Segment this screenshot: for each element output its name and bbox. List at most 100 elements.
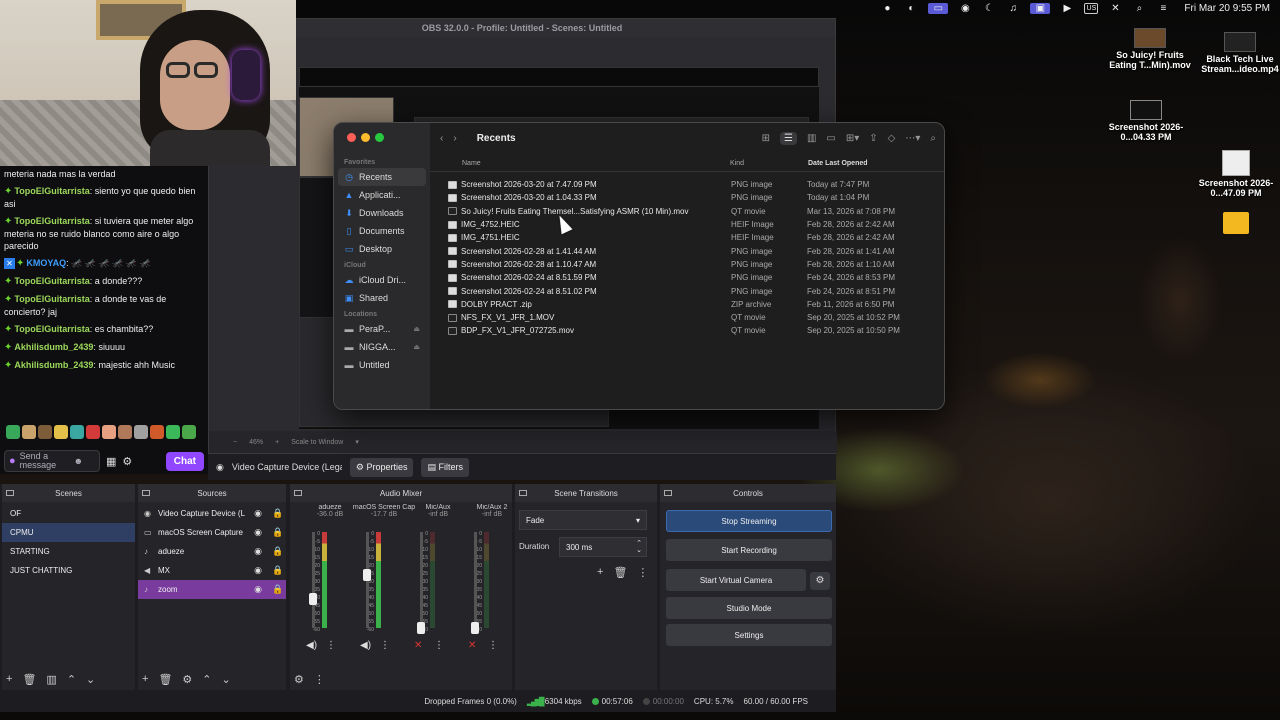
emote-icon[interactable] — [182, 425, 196, 439]
file-row[interactable]: So Juicy! Fruits Eating Themsel...Satisf… — [430, 205, 944, 218]
lock-icon[interactable]: 🔒 — [270, 584, 286, 595]
zoom-in-icon[interactable]: + — [275, 439, 279, 446]
volume-fader[interactable] — [363, 532, 371, 628]
sidebar-item-applications[interactable]: ▲ Applicati... — [338, 186, 426, 204]
filter-icon[interactable]: ▥ — [46, 673, 56, 686]
wifi-off-icon[interactable]: ✕ — [1108, 3, 1122, 14]
sidebar-item-icloud-drive[interactable]: ☁ iCloud Dri... — [338, 271, 426, 289]
emote-icon[interactable] — [54, 425, 68, 439]
sources-dock-header[interactable]: Sources — [138, 484, 286, 502]
moon-icon[interactable]: ☾ — [982, 3, 996, 14]
transitions-header[interactable]: Scene Transitions — [515, 484, 657, 502]
more-icon[interactable]: ⋮ — [314, 673, 325, 686]
speaker-icon[interactable]: ◀) — [360, 640, 371, 651]
chat-username[interactable]: TopoElGuitarrista — [14, 324, 89, 334]
emote-icon[interactable] — [6, 425, 20, 439]
source-item[interactable]: ♪ adueze ◉ 🔒 — [138, 542, 286, 561]
scale-dropdown-icon[interactable]: ▾ — [355, 438, 359, 446]
desktop-folder[interactable] — [1191, 212, 1280, 236]
sidebar-item-recents[interactable]: ◷ Recents — [338, 168, 426, 186]
file-row[interactable]: Screenshot 2026-02-24 at 8.51.02 PM PNG i… — [430, 284, 944, 297]
zoom-out-icon[interactable]: − — [233, 439, 237, 446]
scene-item[interactable]: JUST CHATTING — [2, 561, 135, 580]
dock-undock-icon[interactable] — [6, 490, 14, 496]
forward-icon[interactable]: › — [453, 133, 456, 144]
headphones-icon[interactable]: ♫ — [1006, 3, 1020, 14]
dock-undock-icon[interactable] — [664, 490, 672, 496]
dock-undock-icon[interactable] — [142, 490, 150, 496]
fader-knob[interactable] — [309, 593, 317, 606]
eye-icon[interactable]: ◉ — [250, 565, 266, 576]
sidebar-item-desktop[interactable]: ▭ Desktop — [338, 240, 426, 258]
chat-send-button[interactable]: Chat — [165, 451, 204, 471]
more-icon[interactable]: ⋮ — [434, 640, 444, 651]
more-icon[interactable]: ⋮ — [637, 566, 648, 579]
controls-header[interactable]: Controls — [660, 484, 836, 502]
emote-icon[interactable] — [150, 425, 164, 439]
sidebar-item-documents[interactable]: ▯ Documents — [338, 222, 426, 240]
emote-icon[interactable] — [134, 425, 148, 439]
share-icon[interactable]: ⇪ — [869, 133, 877, 144]
audio-mixer-header[interactable]: Audio Mixer — [290, 484, 512, 502]
desktop-file-icon[interactable]: Screenshot 2026-0...04.33 PM — [1101, 100, 1191, 143]
emote-icon[interactable] — [70, 425, 84, 439]
chat-input[interactable]: ● Send a message ☻ — [4, 450, 100, 472]
transition-select[interactable]: Fade ▾ — [519, 510, 647, 530]
chat-username[interactable]: TopoElGuitarrista — [14, 216, 89, 226]
chat-username[interactable]: Akhilisdumb_2439 — [14, 360, 93, 370]
add-icon[interactable]: + — [597, 566, 603, 579]
stop-streaming-button[interactable]: Stop Streaming — [666, 510, 832, 532]
lock-icon[interactable]: 🔒 — [270, 527, 286, 538]
file-row[interactable]: IMG_4752.HEIC HEIF Image Feb 28, 2026 at 2… — [430, 218, 944, 231]
trash-icon[interactable]: 🗑 — [22, 673, 36, 686]
scene-item[interactable]: STARTING — [2, 542, 135, 561]
emote-icon[interactable] — [38, 425, 52, 439]
settings-button[interactable]: Settings — [666, 624, 832, 646]
volume-fader[interactable] — [417, 532, 425, 634]
menubar-datetime[interactable]: Fri Mar 20 9:55 PM — [1184, 3, 1270, 14]
studio-mode-button[interactable]: Studio Mode — [666, 597, 832, 619]
emote-icon[interactable] — [102, 425, 116, 439]
back-icon[interactable]: ‹ — [440, 133, 443, 144]
emoji-icon[interactable]: ☻ — [74, 456, 83, 466]
volume-fader[interactable] — [471, 532, 479, 634]
scene-item[interactable]: OF — [2, 504, 135, 523]
start-virtual-camera-button[interactable]: Start Virtual Camera — [666, 569, 806, 591]
eye-icon[interactable]: ◉ — [250, 508, 266, 519]
file-row[interactable]: Screenshot 2026-02-28 at 1.10.47 AM PNG i… — [430, 258, 944, 271]
eye-icon[interactable]: ◉ — [250, 584, 266, 595]
filters-button[interactable]: ▤ Filters — [421, 457, 469, 477]
move-down-icon[interactable]: ⌄ — [86, 673, 95, 686]
chat-username[interactable]: TopoElGuitarrista — [14, 276, 89, 286]
lock-icon[interactable]: 🔒 — [270, 546, 286, 557]
file-row[interactable]: Screenshot 2026-02-28 at 1.41.44 AM PNG i… — [430, 244, 944, 257]
eject-icon[interactable]: ⏏ — [413, 343, 420, 351]
mic-icon[interactable]: ● — [9, 455, 16, 466]
search-icon[interactable]: ⌕ — [1132, 3, 1146, 14]
more-icon[interactable]: ⋯▾ — [905, 133, 920, 144]
eye-icon[interactable]: ◉ — [250, 546, 266, 557]
column-date-header[interactable]: Date Last Opened — [808, 160, 868, 167]
file-row[interactable]: Screenshot 2026-03-20 at 1.04.33 PM PNG i… — [430, 191, 944, 204]
desktop-file-icon[interactable]: So Juicy! Fruits Eating T...Min).mov — [1105, 28, 1195, 71]
tag-icon[interactable]: ◇ — [888, 133, 896, 144]
minimize-window-button[interactable] — [361, 133, 370, 142]
sidebar-item-drive[interactable]: ▬ PeraP... ⏏ — [338, 320, 426, 338]
trash-icon[interactable]: 🗑 — [613, 566, 627, 579]
column-view-icon[interactable]: ▥ — [807, 133, 816, 144]
file-row[interactable]: IMG_4751.HEIC HEIF Image Feb 28, 2026 at 2… — [430, 231, 944, 244]
fader-knob[interactable] — [363, 569, 371, 582]
volume-fader[interactable] — [309, 532, 317, 628]
chat-username[interactable]: TopoElGuitarrista — [14, 294, 89, 304]
scenes-dock-header[interactable]: Scenes — [2, 484, 135, 502]
start-recording-button[interactable]: Start Recording — [666, 539, 832, 561]
fader-knob[interactable] — [471, 622, 479, 634]
properties-button[interactable]: ⚙ Properties — [349, 457, 414, 477]
source-item[interactable]: ▭ macOS Screen Capture ◉ 🔒 — [138, 523, 286, 542]
app-menu-icon[interactable]: ◉ — [958, 3, 972, 14]
file-row[interactable]: Screenshot 2026-03-20 at 7.47.09 PM PNG i… — [430, 178, 944, 191]
move-down-icon[interactable]: ⌄ — [222, 673, 231, 686]
scale-to-window-label[interactable]: Scale to Window — [291, 439, 343, 446]
move-up-icon[interactable]: ⌃ — [67, 673, 76, 686]
play-icon[interactable]: ▶ — [1060, 3, 1074, 14]
